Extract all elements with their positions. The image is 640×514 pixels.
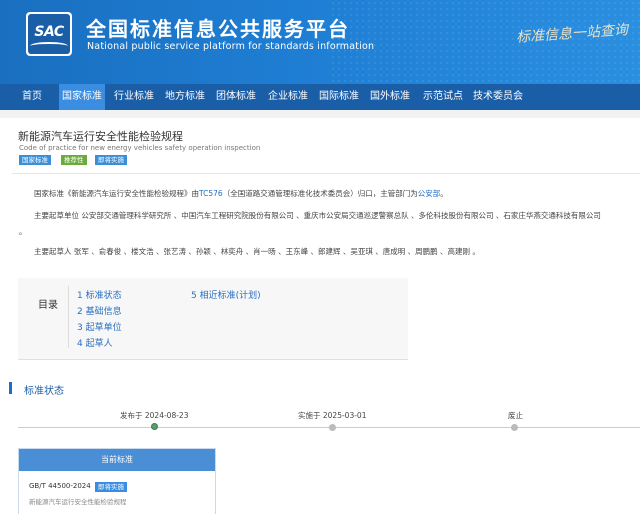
timeline-label-effective: 实施于 2025-03-01 — [298, 411, 367, 420]
nav-item-international[interactable]: 国际标准 — [317, 84, 361, 110]
site-header: SAC 全国标准信息公共服务平台 National public service… — [0, 0, 640, 84]
standard-detail-card: 新能源汽车运行安全性能检验规程 Code of practice for new… — [0, 118, 640, 514]
timeline-label-abolished: 废止 — [508, 411, 523, 420]
intro-line-drafting-units: 主要起草单位 公安部交通管理科学研究所 、中国汽车工程研究院股份有限公司 、重庆… — [34, 211, 601, 220]
current-standard-name: 新能源汽车运行安全性能检验规程 — [29, 498, 127, 506]
current-standard-box[interactable]: 当前标准 GB/T 44500-2024 即将实施 新能源汽车运行安全性能检验规… — [18, 448, 216, 514]
sac-logo[interactable]: SAC — [26, 12, 72, 56]
toc-num: 1 — [77, 291, 83, 301]
toc-item-status[interactable]: 1 标准状态 — [77, 288, 122, 301]
toc-item-drafters[interactable]: 4 起草人 — [77, 336, 113, 349]
site-subtitle: National public service platform for sta… — [87, 41, 375, 52]
intro-text: 国家标准《新能源汽车运行安全性能检验规程》由 — [34, 189, 199, 198]
current-standard-code[interactable]: GB/T 44500-2024 — [29, 482, 91, 490]
nav-item-industry[interactable]: 行业标准 — [112, 84, 156, 110]
nav-item-committee[interactable]: 技术委员会 — [470, 84, 526, 110]
toc-num: 5 — [191, 291, 197, 301]
standard-title-en: Code of practice for new energy vehicles… — [19, 144, 261, 152]
intro-line-drafting-units-end: 。 — [19, 227, 27, 236]
nav-item-home[interactable]: 首页 — [12, 84, 52, 110]
toc-text: 相近标准(计划) — [199, 291, 261, 301]
timeline-dot-published — [151, 423, 158, 430]
intro-text: （全国道路交通管理标准化技术委员会）归口，主管部门为 — [222, 189, 418, 198]
section-marker — [9, 382, 12, 394]
tag-recommended: 推荐性 — [61, 155, 87, 165]
intro-text: 。 — [440, 189, 448, 198]
toc-num: 2 — [77, 307, 83, 317]
toc-item-drafting-units[interactable]: 3 起草单位 — [77, 320, 122, 333]
intro-line-drafters: 主要起草人 张军 、俞春俊 、楼文浩 、张艺涛 、孙颖 、林奕舟 、肖一旸 、王… — [34, 247, 480, 256]
tc-link[interactable]: TC576 — [199, 189, 223, 198]
ministry-link[interactable]: 公安部 — [418, 189, 441, 198]
table-of-contents: 目录 1 标准状态 2 基础信息 3 起草单位 4 起草人 5 相近标准(计划) — [18, 278, 408, 360]
divider — [12, 173, 640, 174]
timeline-label-published: 发布于 2024-08-23 — [120, 411, 189, 420]
current-standard-header: 当前标准 — [19, 449, 215, 471]
tag-national-standard: 国家标准 — [19, 155, 51, 165]
nav-item-local[interactable]: 地方标准 — [163, 84, 207, 110]
site-title: 全国标准信息公共服务平台 — [86, 17, 350, 41]
toc-text: 基础信息 — [85, 307, 122, 317]
intro-line-committee: 国家标准《新能源汽车运行安全性能检验规程》由TC576（全国道路交通管理标准化技… — [34, 188, 448, 199]
toc-num: 4 — [77, 339, 83, 349]
current-standard-badge: 即将实施 — [95, 482, 127, 492]
toc-divider — [68, 286, 69, 348]
nav-item-national[interactable]: 国家标准 — [59, 84, 105, 110]
toc-num: 3 — [77, 323, 83, 333]
toc-item-basic-info[interactable]: 2 基础信息 — [77, 304, 122, 317]
tag-upcoming: 即将实施 — [95, 155, 127, 165]
nav-item-enterprise[interactable]: 企业标准 — [266, 84, 310, 110]
nav-item-foreign[interactable]: 国外标准 — [368, 84, 412, 110]
toc-label: 目录 — [38, 300, 58, 311]
toc-item-similar-standards[interactable]: 5 相近标准(计划) — [191, 288, 261, 301]
logo-text: SAC — [34, 24, 64, 40]
nav-item-pilot[interactable]: 示范试点 — [420, 84, 466, 110]
toc-text: 标准状态 — [85, 291, 122, 301]
header-pattern — [330, 0, 640, 84]
toc-text: 起草单位 — [85, 323, 122, 333]
standard-title: 新能源汽车运行安全性能检验规程 — [18, 130, 183, 143]
section-title-status: 标准状态 — [24, 386, 64, 397]
timeline-dot-abolished — [511, 424, 518, 431]
main-nav: 首页 国家标准 行业标准 地方标准 团体标准 企业标准 国际标准 国外标准 示范… — [0, 84, 640, 110]
timeline-dot-effective — [329, 424, 336, 431]
nav-item-group[interactable]: 团体标准 — [214, 84, 258, 110]
toc-text: 起草人 — [85, 339, 113, 349]
